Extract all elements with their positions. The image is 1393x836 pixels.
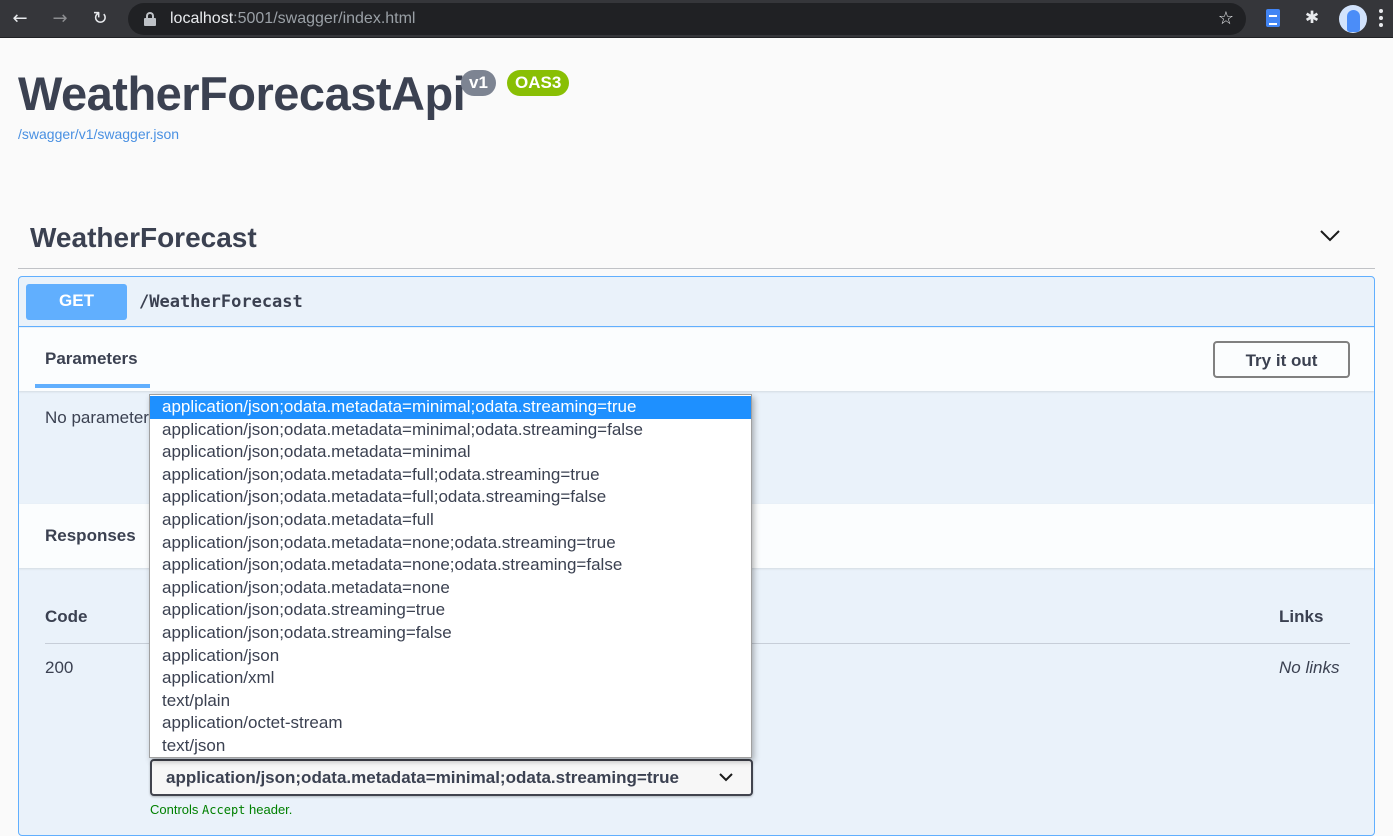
parameters-tab[interactable]: Parameters [45, 349, 138, 369]
dropdown-option[interactable]: application/json;odata.metadata=none;oda… [150, 554, 751, 577]
profile-avatar[interactable] [1339, 5, 1367, 33]
media-type-selected-value: application/json;odata.metadata=minimal;… [166, 768, 679, 787]
dropdown-option[interactable]: text/plain [150, 690, 751, 713]
response-code: 200 [45, 658, 74, 677]
dropdown-option[interactable]: application/json;odata.metadata=minimal;… [150, 419, 751, 442]
tag-divider [18, 268, 1375, 269]
media-type-select[interactable]: application/json;odata.metadata=minimal;… [150, 759, 753, 796]
media-type-dropdown-list: application/json;odata.metadata=minimal;… [149, 394, 752, 758]
address-bar[interactable]: localhost:5001/swagger/index.html ☆ [128, 3, 1246, 35]
extensions-puzzle-icon[interactable]: ✱ [1302, 8, 1322, 28]
operation-summary[interactable]: GET /WeatherForecast [19, 277, 1374, 327]
dropdown-option[interactable]: application/json;odata.metadata=minimal [150, 441, 751, 464]
try-it-out-button[interactable]: Try it out [1213, 341, 1350, 378]
tag-title[interactable]: WeatherForecast [30, 218, 257, 258]
code-column-header: Code [45, 607, 88, 626]
dropdown-option[interactable]: application/json;odata.metadata=full [150, 509, 751, 532]
api-title: WeatherForecastApi [18, 67, 466, 120]
oas-badge: OAS3 [507, 70, 570, 96]
dropdown-option[interactable]: application/json;odata.metadata=full;oda… [150, 486, 751, 509]
docs-extension-icon[interactable] [1266, 9, 1280, 27]
parameters-header: Parameters Try it out [19, 328, 1374, 391]
controls-suffix: header. [249, 802, 293, 817]
dropdown-option[interactable]: application/octet-stream [150, 712, 751, 735]
parameters-tab-underline [35, 384, 150, 388]
response-links: No links [1279, 658, 1340, 677]
forward-icon[interactable]: → [46, 5, 74, 33]
url-text[interactable]: localhost:5001/swagger/index.html [170, 3, 415, 35]
chevron-down-icon [719, 773, 733, 782]
dropdown-option[interactable]: application/json [150, 645, 751, 668]
back-icon[interactable]: ← [6, 5, 34, 33]
dropdown-option[interactable]: application/json;odata.metadata=minimal;… [150, 396, 751, 419]
dropdown-option[interactable]: application/json;odata.streaming=true [150, 599, 751, 622]
url-host: localhost [170, 10, 234, 27]
responses-title: Responses [45, 526, 136, 545]
dropdown-option[interactable]: application/json;odata.metadata=none [150, 577, 751, 600]
reload-icon[interactable]: ↻ [86, 5, 114, 33]
method-badge: GET [26, 284, 127, 320]
version-badge: v1 [461, 70, 496, 96]
dropdown-option[interactable]: text/json [150, 735, 751, 758]
controls-prefix: Controls [150, 802, 199, 817]
dropdown-option[interactable]: application/json;odata.metadata=none;oda… [150, 532, 751, 555]
chevron-down-icon[interactable] [1319, 224, 1341, 246]
links-column-header: Links [1279, 607, 1324, 626]
swagger-json-link[interactable]: /swagger/v1/swagger.json [18, 126, 179, 142]
dropdown-option[interactable]: application/json;odata.metadata=full;oda… [150, 464, 751, 487]
lock-icon[interactable] [144, 12, 156, 26]
bookmark-star-icon[interactable]: ☆ [1218, 3, 1234, 35]
browser-menu-icon[interactable] [1376, 9, 1386, 29]
dropdown-option[interactable]: application/json;odata.streaming=false [150, 622, 751, 645]
accept-code: Accept [202, 803, 246, 817]
no-parameters-text: No parameters [45, 408, 158, 427]
browser-toolbar: ← → ↻ localhost:5001/swagger/index.html … [0, 0, 1393, 38]
operation-path: /WeatherForecast [139, 292, 303, 312]
controls-accept-note: Controls Accept header. [150, 802, 292, 817]
dropdown-option[interactable]: application/xml [150, 667, 751, 690]
url-path: :5001/swagger/index.html [233, 10, 416, 27]
